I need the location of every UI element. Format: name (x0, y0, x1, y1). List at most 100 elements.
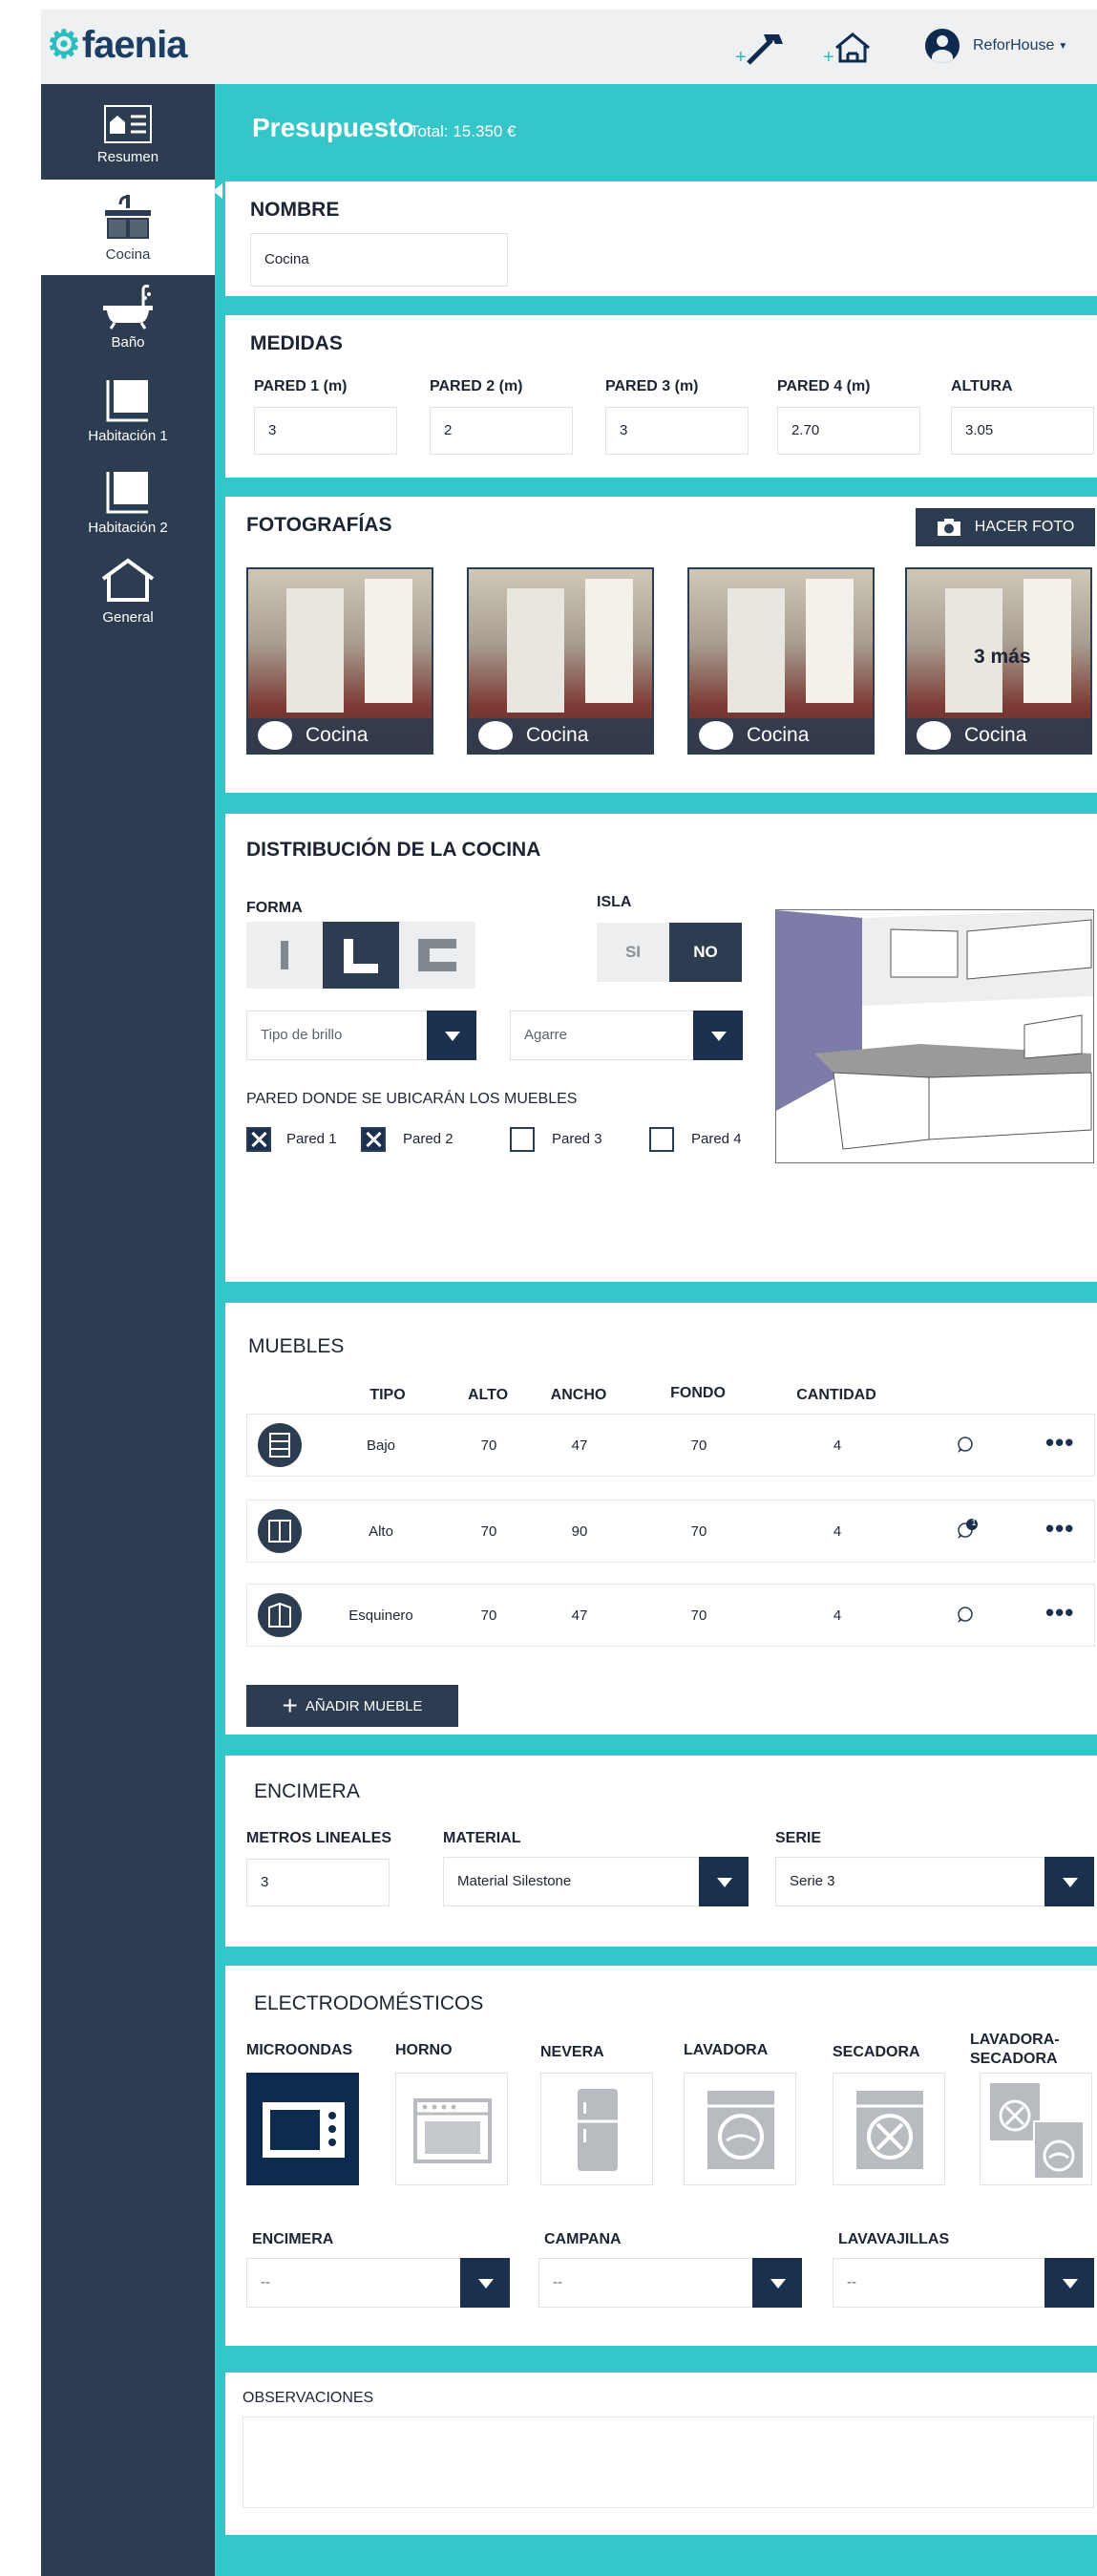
lavavajillas-select[interactable]: -- (833, 2258, 1094, 2308)
row-options-icon[interactable]: ••• (1045, 1598, 1074, 1628)
photo-cabinet (365, 579, 412, 703)
observaciones-label: OBSERVACIONES (243, 2390, 374, 2406)
add-mueble-button[interactable]: + AÑADIR MUEBLE (246, 1685, 458, 1727)
row-options-icon[interactable]: ••• (1045, 1428, 1074, 1458)
shape-u-option[interactable] (399, 922, 475, 989)
pared-3-input[interactable]: 3 (605, 407, 749, 455)
horno-option[interactable] (395, 2073, 508, 2185)
forma-label: FORMA (246, 900, 303, 916)
photo-fridge (286, 588, 344, 713)
pared-4-checkbox[interactable] (649, 1127, 674, 1152)
photo-thumbnail[interactable]: Cocina (467, 567, 654, 755)
oven-icon (413, 2098, 492, 2163)
encimera-electro-select[interactable]: -- (246, 2258, 510, 2308)
lavadora-secadora-label: LAVADORA- SECADORA (970, 2032, 1060, 2067)
kitchen-3d-plan-drawing (776, 910, 1093, 1150)
isla-si-option[interactable]: SI (597, 923, 669, 982)
plus-icon: + (282, 1691, 298, 1720)
sidebar-item-resumen[interactable]: Resumen (41, 84, 215, 180)
chevron-down-icon[interactable] (699, 1857, 749, 1906)
camera-icon (937, 519, 960, 536)
comment-icon[interactable] (956, 1436, 975, 1455)
chevron-down-icon[interactable] (1044, 1857, 1094, 1906)
fotografias-title: FOTOGRAFÍAS (246, 514, 392, 536)
row-options-icon[interactable]: ••• (1045, 1514, 1074, 1543)
row-alto: 70 (480, 1607, 497, 1624)
page-header: Presupuesto Total: 15.350 € (225, 84, 1097, 180)
microondas-option[interactable] (246, 2073, 359, 2185)
lavadora-secadora-option[interactable] (980, 2073, 1092, 2185)
add-repair-button[interactable]: + (735, 31, 789, 68)
table-row[interactable]: Esquinero 70 47 70 4 ••• (246, 1584, 1095, 1647)
lavadora-option[interactable] (684, 2073, 796, 2185)
fotografias-card: FOTOGRAFÍAS HACER FOTO Cocina Cocina Coc… (225, 497, 1097, 793)
app-window: ⚙ faenia + + ReforHouse ▼ Resumen Cocina… (41, 10, 1097, 2576)
sidebar-item-cocina[interactable]: Cocina (41, 180, 222, 275)
kitchen-sink-icon (917, 721, 951, 750)
chevron-down-icon[interactable] (427, 1011, 476, 1060)
pared-4-input[interactable]: 2.70 (777, 407, 920, 455)
photo-thumbnail-more[interactable]: 3 más Cocina (905, 567, 1092, 755)
campana-value: -- (553, 2274, 562, 2290)
altura-input[interactable]: 3.05 (951, 407, 1094, 455)
lavavajillas-label: LAVAVAJILLAS (838, 2231, 950, 2247)
pared-1-checkbox[interactable] (246, 1127, 271, 1152)
svg-text:+: + (735, 47, 747, 65)
sidebar-item-label: Habitación 1 (88, 428, 168, 444)
chevron-down-icon[interactable] (693, 1011, 743, 1060)
pared-1-input[interactable]: 3 (254, 407, 397, 455)
sidebar-item-bano[interactable]: Baño (41, 275, 215, 371)
table-row[interactable]: Bajo 70 47 70 4 ••• (246, 1414, 1095, 1477)
muebles-title: MUEBLES (248, 1335, 345, 1357)
encimera-electro-label: ENCIMERA (252, 2231, 334, 2247)
kitchen-sink-icon (699, 721, 733, 750)
top-bar: ⚙ faenia + + ReforHouse ▼ (41, 10, 1097, 84)
table-row[interactable]: Alto 70 90 70 4 1 ••• (246, 1500, 1095, 1563)
bathtub-icon (103, 285, 153, 330)
chevron-down-icon[interactable] (752, 2258, 802, 2308)
photo-thumbnail[interactable]: Cocina (687, 567, 875, 755)
user-menu[interactable]: ReforHouse ▼ (925, 29, 1067, 63)
agarre-select[interactable]: Agarre (510, 1011, 743, 1060)
comment-icon[interactable] (956, 1606, 975, 1625)
photo-thumbnail[interactable]: Cocina (246, 567, 433, 755)
hacer-foto-button[interactable]: HACER FOTO (916, 508, 1095, 546)
tipo-brillo-select[interactable]: Tipo de brillo (246, 1011, 476, 1060)
faenia-logo[interactable]: ⚙ faenia (47, 23, 187, 67)
user-avatar-icon (925, 29, 960, 63)
shape-linear-option[interactable] (246, 922, 323, 989)
base-cabinet-icon (258, 1423, 302, 1467)
observaciones-textarea[interactable] (243, 2416, 1094, 2508)
nombre-title: NOMBRE (250, 199, 340, 221)
row-tipo: Alto (369, 1523, 393, 1540)
electrodomesticos-card: ELECTRODOMÉSTICOS MICROONDAS HORNO NEVER… (225, 1966, 1097, 2346)
add-home-button[interactable]: + (823, 31, 876, 68)
column-header-ancho: ANCHO (550, 1387, 607, 1403)
u-shape-icon (418, 939, 456, 971)
metros-lineales-input[interactable]: 3 (246, 1859, 390, 1906)
chevron-down-icon[interactable] (460, 2258, 510, 2308)
horno-label: HORNO (395, 2042, 453, 2058)
serie-select[interactable]: Serie 3 (775, 1857, 1094, 1906)
sidebar-item-general[interactable]: General (41, 550, 215, 646)
row-tipo: Esquinero (348, 1607, 413, 1624)
campana-select[interactable]: -- (538, 2258, 802, 2308)
more-photos-label: 3 más (974, 646, 1031, 668)
pared-2-input[interactable]: 2 (430, 407, 573, 455)
serie-value: Serie 3 (790, 1873, 835, 1889)
row-cantidad: 4 (833, 1437, 842, 1454)
row-fondo: 70 (690, 1437, 707, 1454)
isla-no-option[interactable]: NO (669, 923, 742, 982)
material-select[interactable]: Material Silestone (443, 1857, 749, 1906)
column-header-fondo: FONDO (670, 1385, 726, 1401)
nevera-option[interactable] (540, 2073, 653, 2185)
secadora-option[interactable] (833, 2073, 945, 2185)
sidebar-item-habitacion-1[interactable]: Habitación 1 (41, 367, 215, 462)
nombre-input[interactable]: Cocina (250, 233, 508, 287)
shape-l-option[interactable] (323, 922, 399, 989)
pared-3-checkbox[interactable] (510, 1127, 535, 1152)
pared-2-checkbox[interactable] (361, 1127, 386, 1152)
sidebar-item-habitacion-2[interactable]: Habitación 2 (41, 458, 215, 554)
summary-icon (104, 105, 152, 143)
chevron-down-icon[interactable] (1044, 2258, 1094, 2308)
